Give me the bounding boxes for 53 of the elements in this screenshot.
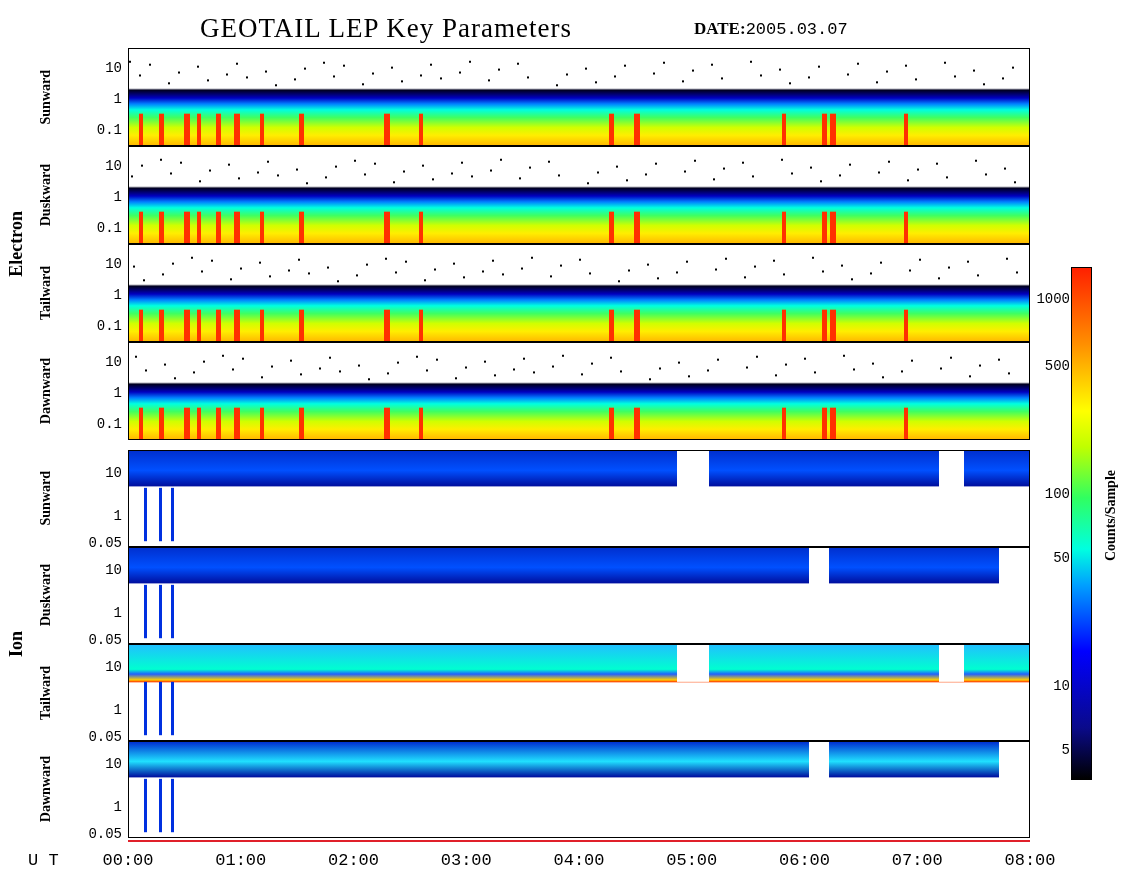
- axis-tick-label: 10: [105, 159, 122, 173]
- axis-tick-label: 05:00: [666, 850, 718, 872]
- axis-tick-label: 5: [1061, 743, 1070, 757]
- axis-tick-label: 1: [113, 703, 122, 717]
- axis-tick-label: 0.1: [96, 319, 122, 333]
- panel-label: Dawnward: [36, 357, 54, 425]
- panel-label: Duskward: [36, 163, 54, 227]
- axis-label: U T: [28, 850, 59, 872]
- axis-tick-label: 50: [1053, 551, 1070, 565]
- axis-tick-label: 01:00: [215, 850, 267, 872]
- axis-tick-label: 1: [113, 386, 122, 400]
- axis-tick-label: 08:00: [1004, 850, 1056, 872]
- group-label: Ion: [4, 631, 27, 657]
- axis-tick-label: 03:00: [440, 850, 492, 872]
- axis-tick-label: 10: [105, 466, 122, 480]
- axis-tick-label: 1000: [1036, 292, 1070, 306]
- panel-label: Sunward: [36, 69, 54, 125]
- axis-tick-label: 10: [105, 660, 122, 674]
- axis-tick-label: 1: [113, 800, 122, 814]
- panel-label: Tailward: [36, 266, 54, 320]
- axis-tick-label: 100: [1044, 487, 1070, 501]
- axis-tick-label: 1: [113, 509, 122, 523]
- chart-title: GEOTAIL LEP Key Parameters: [200, 15, 572, 45]
- axis-tick-label: 07:00: [891, 850, 943, 872]
- axis-tick-label: 0.05: [88, 633, 122, 647]
- axis-tick-label: 0.1: [96, 221, 122, 235]
- axis-tick-label: 0.05: [88, 536, 122, 550]
- axis-tick-label: 00:00: [102, 850, 154, 872]
- axis-tick-label: 500: [1044, 359, 1070, 373]
- axis-tick-label: 0.05: [88, 730, 122, 744]
- axis-tick-label: 10: [105, 757, 122, 771]
- panel-label: Sunward: [36, 471, 54, 526]
- axis-tick-label: 04:00: [553, 850, 605, 872]
- axis-tick-label: 10: [105, 61, 122, 75]
- axis-tick-label: 10: [105, 563, 122, 577]
- axis-tick-label: 0.1: [96, 123, 122, 137]
- axis-tick-label: 02:00: [328, 850, 379, 872]
- panel-label: Duskward: [36, 564, 54, 627]
- axis-tick-label: 0.1: [96, 417, 122, 431]
- axis-tick-label: 1: [113, 190, 122, 204]
- axis-tick-label: 06:00: [779, 850, 830, 872]
- axis-tick-label: 1: [113, 288, 122, 302]
- axis-tick-label: 1: [113, 92, 122, 106]
- group-label: Electron: [4, 211, 27, 277]
- panel-label: Tailward: [36, 665, 54, 720]
- color-scale-label: Counts/Sample: [1102, 470, 1119, 562]
- axis-tick-label: 1: [113, 606, 122, 620]
- axis-tick-label: 10: [1053, 679, 1070, 693]
- axis-tick-label: 0.05: [88, 827, 122, 841]
- date-label: DATE:2005.03.07: [694, 17, 848, 41]
- axis-tick-label: 10: [105, 257, 122, 271]
- panel-label: Dawnward: [36, 756, 54, 823]
- axis-tick-label: 10: [105, 355, 122, 369]
